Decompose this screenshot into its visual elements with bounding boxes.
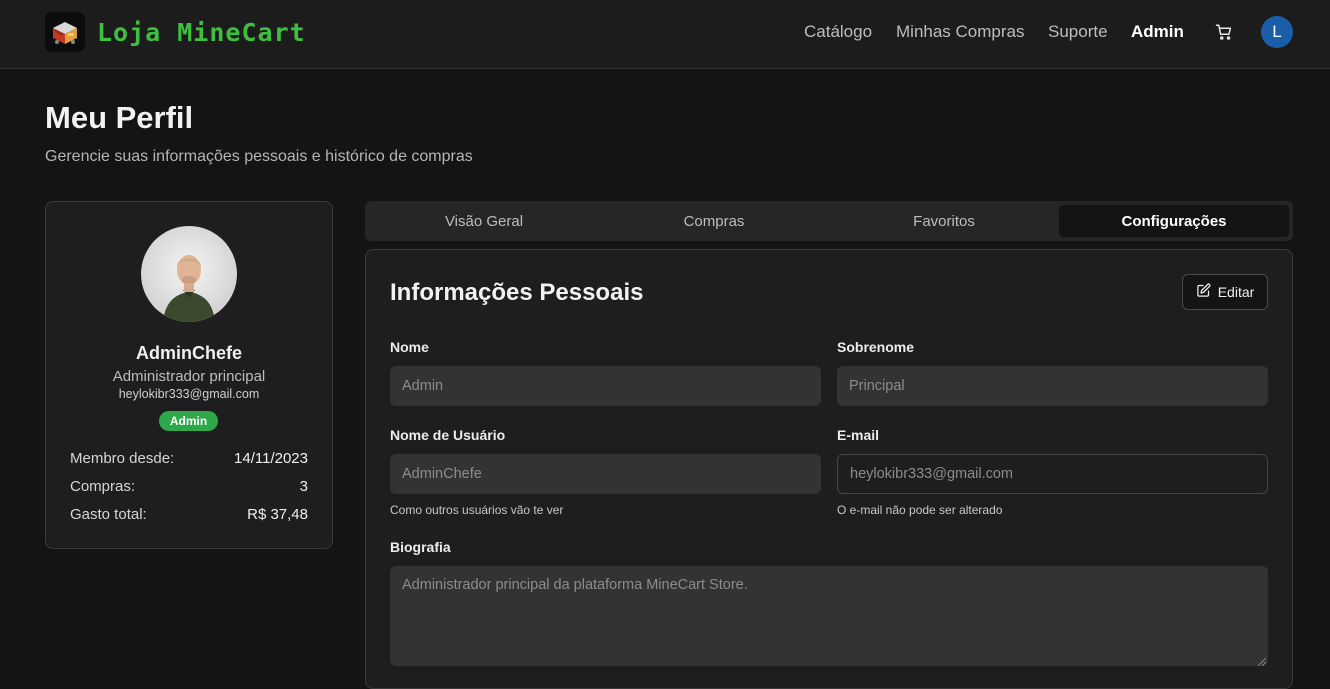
tab-compras[interactable]: Compras [599,205,829,237]
edit-button[interactable]: Editar [1182,274,1268,310]
bio-textarea[interactable]: Administrador principal da plataforma Mi… [390,566,1268,667]
personal-info-panel: Informações Pessoais Editar Nome Admin S… [365,249,1293,689]
stat-label-member-since: Membro desde: [70,450,175,467]
nav-admin[interactable]: Admin [1131,22,1184,44]
panel-title: Informações Pessoais [390,279,644,306]
minecart-chest-icon [45,12,85,52]
nav-minhas-compras[interactable]: Minhas Compras [896,22,1025,44]
stat-value-member-since: 14/11/2023 [234,450,308,467]
profile-card: AdminChefe Administrador principal heylo… [45,201,333,549]
user-avatar[interactable]: L [1261,16,1293,48]
username-input[interactable]: AdminChefe [390,454,821,494]
stat-value-purchases: 3 [299,478,308,495]
resize-handle-icon[interactable] [1256,654,1267,667]
edit-button-label: Editar [1217,284,1255,300]
shopping-cart-icon[interactable] [1215,23,1233,41]
tab-configuracoes[interactable]: Configurações [1059,205,1289,237]
stat-label-purchases: Compras: [70,478,136,495]
bio-text: Administrador principal da plataforma Mi… [402,577,748,593]
nav-catalogo[interactable]: Catálogo [804,22,872,44]
top-navigation-bar: Loja MineCart Catálogo Minhas Compras Su… [0,0,1330,69]
last-name-label: Sobrenome [837,339,915,355]
profile-name: AdminChefe [135,343,242,363]
page-title: Meu Perfil [45,100,194,135]
first-name-label: Nome [390,339,429,355]
last-name-input[interactable]: Principal [837,366,1268,406]
email-field: heylokibr333@gmail.com [837,454,1268,494]
role-badge: Admin [159,411,218,431]
bio-label: Biografia [390,539,451,555]
nav-suporte[interactable]: Suporte [1048,22,1108,44]
first-name-input[interactable]: Admin [390,366,821,406]
profile-role: Administrador principal [112,368,266,385]
stat-value-total-spent: R$ 37,48 [247,506,308,523]
email-label: E-mail [837,427,880,443]
profile-email: heylokibr333@gmail.com [118,387,260,401]
stat-label-total-spent: Gasto total: [70,506,147,523]
edit-pencil-square-icon [1196,283,1211,301]
brand-name: Loja MineCart [97,17,306,47]
email-help-text: O e-mail não pode ser alterado [837,503,1003,517]
profile-photo [141,226,237,322]
profile-tabs: Visão Geral Compras Favoritos Configuraç… [365,201,1293,241]
username-help-text: Como outros usuários vão te ver [390,503,564,517]
tab-visao-geral[interactable]: Visão Geral [369,205,599,237]
username-label: Nome de Usuário [390,427,506,443]
tab-favoritos[interactable]: Favoritos [829,205,1059,237]
page-subtitle: Gerencie suas informações pessoais e his… [45,148,473,165]
brand[interactable]: Loja MineCart [45,12,306,52]
